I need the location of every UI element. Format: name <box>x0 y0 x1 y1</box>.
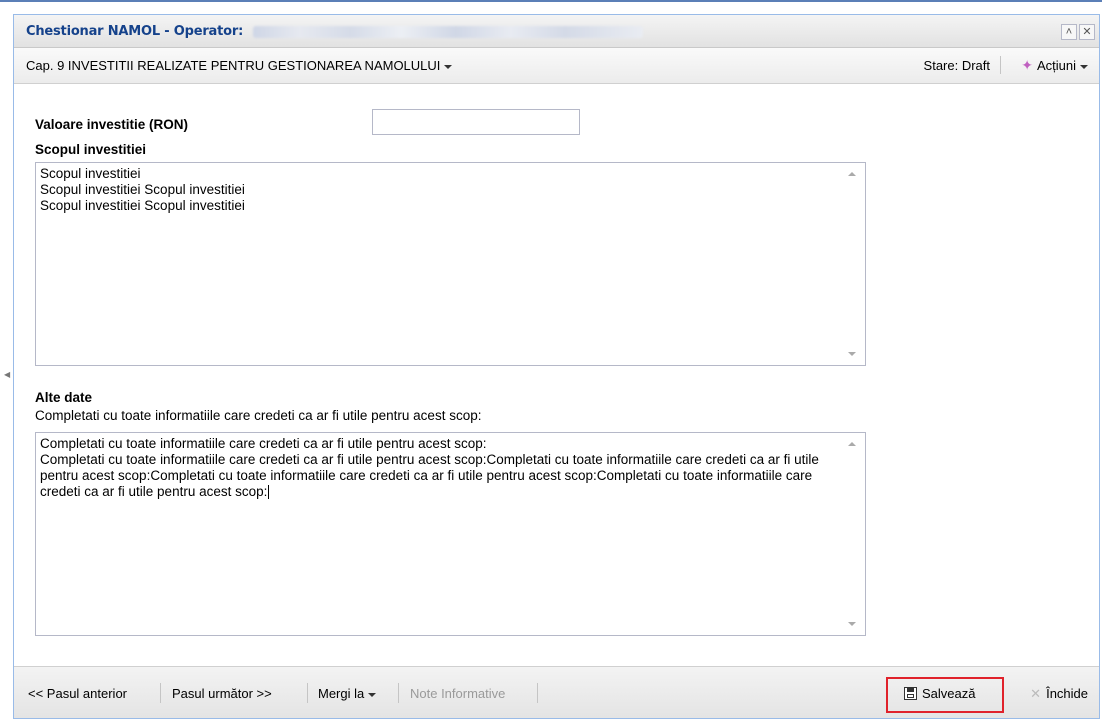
scroll-down-icon[interactable] <box>848 352 856 356</box>
window-title: Chestionar NAMOL - Operator: <box>26 24 644 39</box>
chevron-down-icon <box>368 692 377 697</box>
chevron-down-icon <box>1080 64 1088 69</box>
double-chevron-up-icon[interactable]: ˄ <box>1061 24 1077 40</box>
close-label: Închide <box>1046 686 1088 701</box>
purpose-line: Scopul investitiei <box>40 166 141 181</box>
collapse-handle-icon[interactable]: ◀ <box>4 370 10 379</box>
other-data-line-text: Completati cu toate informatiile care cr… <box>40 452 819 499</box>
investment-value-label: Valoare investitie (RON) <box>35 117 189 132</box>
footer-separator <box>160 683 161 703</box>
sparkle-icon: ✦ <box>1021 57 1033 73</box>
close-icon[interactable]: ✕ <box>1079 24 1095 40</box>
scroll-up-icon[interactable] <box>848 172 856 176</box>
status-label: Stare: Draft <box>923 58 990 73</box>
window-title-bar: Chestionar NAMOL - Operator: ˄ ✕ <box>14 15 1099 48</box>
scroll-down-icon[interactable] <box>848 622 856 626</box>
save-label: Salvează <box>922 686 976 701</box>
footer-toolbar: << Pasul anterior Pasul următor >> Mergi… <box>14 666 1099 718</box>
floppy-disk-icon <box>904 687 917 700</box>
actions-label: Acțiuni <box>1036 58 1076 73</box>
other-data-label: Alte date <box>35 390 93 405</box>
save-highlight: Salvează <box>886 677 1004 713</box>
purpose-textarea[interactable]: Scopul investitiei Scopul investitiei Sc… <box>35 162 866 366</box>
footer-separator <box>398 683 399 703</box>
footer-separator <box>307 683 308 703</box>
footer-separator <box>537 683 538 703</box>
text-cursor <box>268 485 270 500</box>
chevron-down-icon <box>444 64 453 69</box>
informative-notes-button[interactable]: Note Informative <box>410 686 505 701</box>
close-x-icon: ✕ <box>1030 686 1042 701</box>
toolbar-separator <box>1000 56 1001 74</box>
scroll-up-icon[interactable] <box>848 442 856 446</box>
go-to-label: Mergi la <box>318 686 365 701</box>
questionnaire-window: Chestionar NAMOL - Operator: ˄ ✕ Cap. 9 … <box>4 14 1100 719</box>
chapter-label: Cap. 9 INVESTITII REALIZATE PENTRU GESTI… <box>26 58 441 73</box>
chapter-toolbar: Cap. 9 INVESTITII REALIZATE PENTRU GESTI… <box>14 48 1099 84</box>
other-data-hint: Completati cu toate informatiile care cr… <box>35 408 482 423</box>
other-data-line: Completati cu toate informatiile care cr… <box>40 452 837 500</box>
previous-step-button[interactable]: << Pasul anterior <box>28 686 127 701</box>
other-data-line: Completati cu toate informatiile care cr… <box>40 436 487 451</box>
operator-name-redacted <box>253 25 644 38</box>
other-data-textarea[interactable]: Completati cu toate informatiile care cr… <box>35 432 866 636</box>
actions-menu-button[interactable]: ✦ Acțiuni <box>1021 57 1088 74</box>
top-accent-line <box>0 0 1102 2</box>
investment-value-input[interactable] <box>372 109 580 135</box>
chapter-selector[interactable]: Cap. 9 INVESTITII REALIZATE PENTRU GESTI… <box>26 58 453 73</box>
purpose-line: Scopul investitiei Scopul investitiei <box>40 198 245 213</box>
go-to-button[interactable]: Mergi la <box>318 686 377 701</box>
save-button[interactable]: Salvează <box>904 686 975 701</box>
next-step-button[interactable]: Pasul următor >> <box>172 686 272 701</box>
close-button[interactable]: ✕ Închide <box>1030 686 1088 702</box>
window-title-text: Chestionar NAMOL - Operator: <box>26 24 244 39</box>
purpose-line: Scopul investitiei Scopul investitiei <box>40 182 245 197</box>
purpose-label: Scopul investitiei <box>35 142 147 157</box>
